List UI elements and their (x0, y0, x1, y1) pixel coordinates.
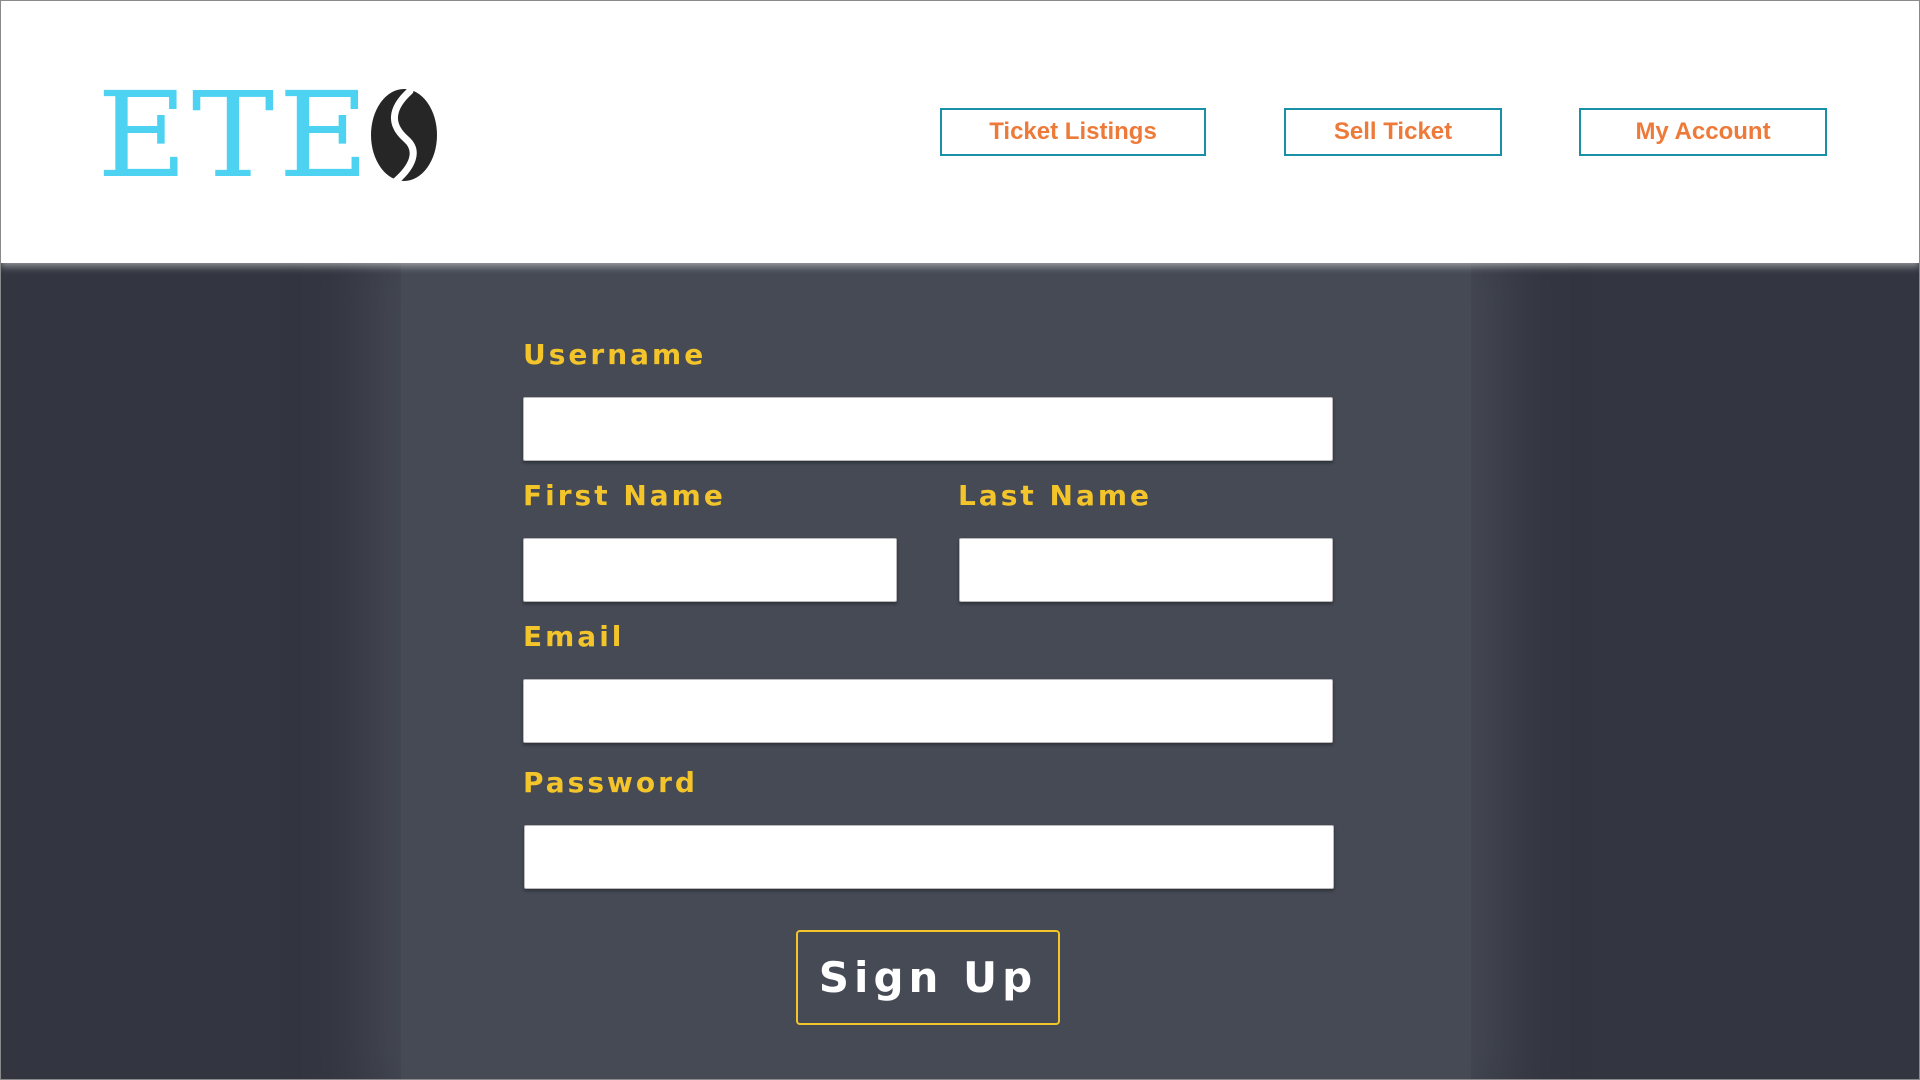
logo-wordmark: ETE (97, 66, 374, 204)
brand-logo[interactable]: ETE (97, 66, 440, 204)
password-input[interactable] (524, 825, 1334, 889)
site-header: ETE Ticket Listings Sell Ticket My Accou… (1, 1, 1919, 263)
app-window: ETE Ticket Listings Sell Ticket My Accou… (0, 0, 1920, 1080)
email-input[interactable] (523, 679, 1333, 743)
password-label: Password (523, 766, 698, 799)
first-name-input[interactable] (523, 538, 897, 602)
nav-sell-ticket-button[interactable]: Sell Ticket (1284, 108, 1502, 156)
last-name-input[interactable] (959, 538, 1333, 602)
nav-ticket-listings-button[interactable]: Ticket Listings (940, 108, 1206, 156)
email-label: Email (523, 620, 625, 653)
nav-my-account-button[interactable]: My Account (1579, 108, 1827, 156)
sign-up-button[interactable]: Sign Up (796, 930, 1060, 1025)
header-shadow (1, 251, 1919, 271)
last-name-label: Last Name (958, 479, 1153, 512)
username-input[interactable] (523, 397, 1333, 461)
coffee-bean-s-icon (370, 87, 437, 183)
first-name-label: First Name (523, 479, 726, 512)
username-label: Username (523, 338, 707, 371)
